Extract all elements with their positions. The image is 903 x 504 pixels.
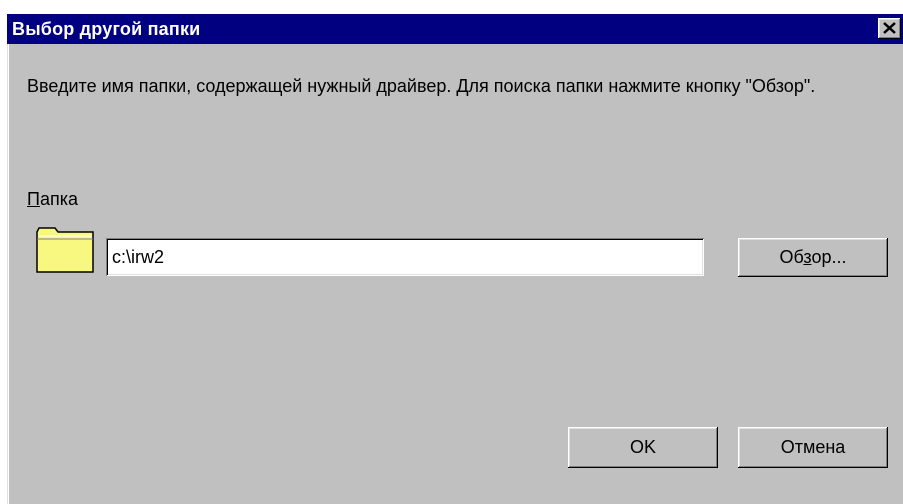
ok-button[interactable]: OK [568,427,718,468]
dialog-window: Выбор другой папки Введите имя папки, со… [7,14,903,504]
browse-button[interactable]: Обзор... [738,238,888,277]
dialog-title: Выбор другой папки [12,19,201,39]
folder-label-accel: П [27,189,40,209]
folder-label-rest: апка [39,189,78,209]
title-bar[interactable]: Выбор другой папки [7,14,903,44]
browse-label-post: ор... [811,247,847,267]
folder-icon [36,227,94,273]
folder-label: Папка [27,189,78,210]
browse-label-pre: Об [779,247,804,267]
cancel-button[interactable]: Отмена [738,427,888,468]
description-text: Введите имя папки, содержащей нужный дра… [27,76,816,96]
close-button[interactable] [878,18,901,39]
folder-path-input[interactable] [106,238,704,276]
close-icon [883,22,896,34]
